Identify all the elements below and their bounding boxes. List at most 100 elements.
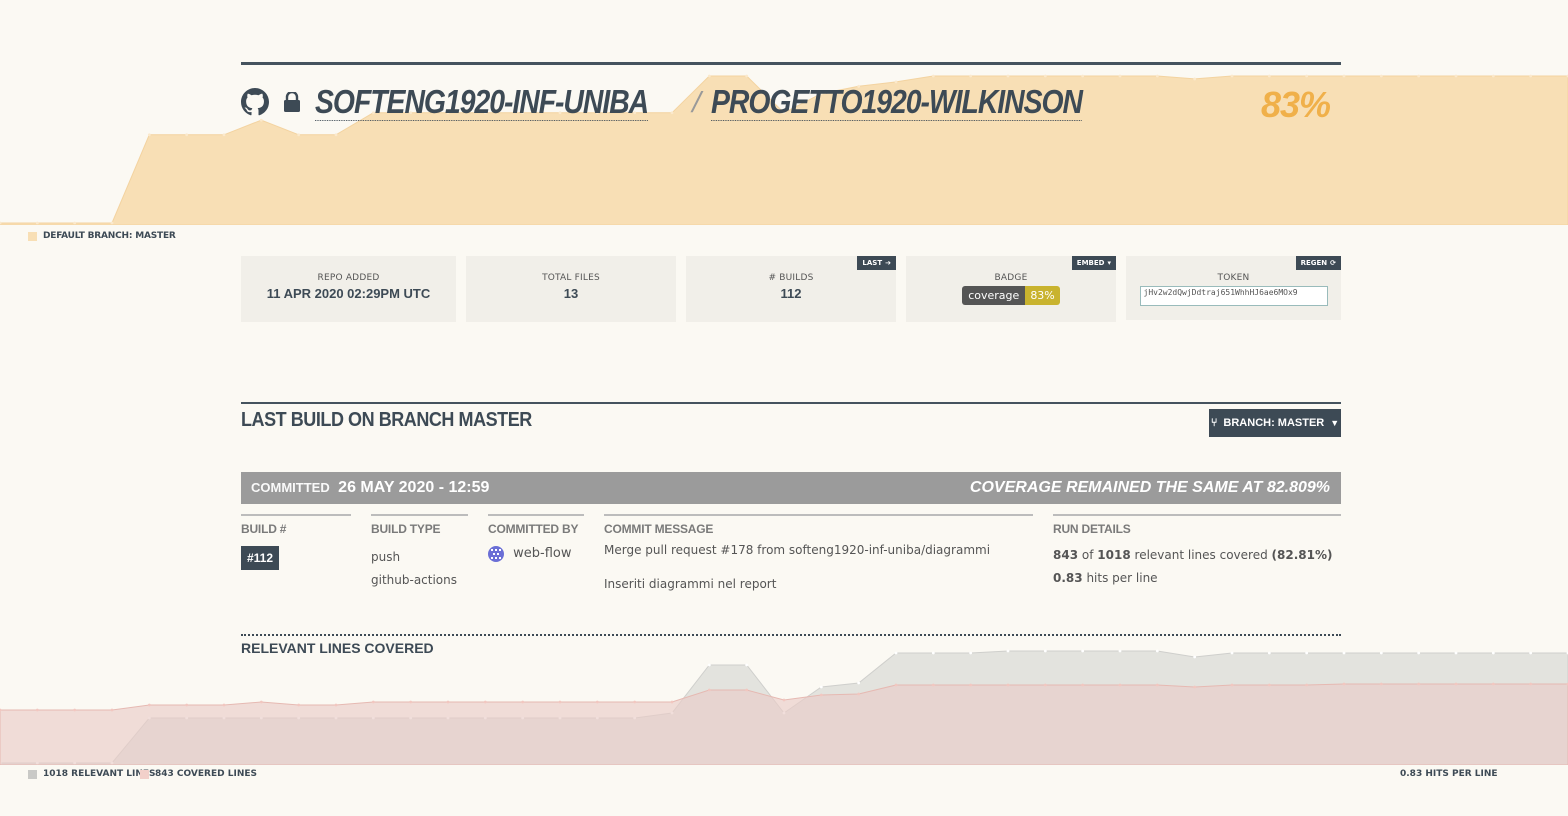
column-header: COMMITTED BY xyxy=(488,514,584,536)
stat-value: 13 xyxy=(563,286,579,301)
token-field[interactable]: jHv2w2dQwjDdtraj651WhhHJ6ae6MOx9 xyxy=(1139,286,1328,306)
embed-button[interactable]: EMBED ▾ xyxy=(1071,256,1116,270)
stat-label: # BUILDS xyxy=(768,273,814,283)
data-point xyxy=(1081,683,1085,687)
legend-swatch xyxy=(140,769,149,779)
data-point xyxy=(35,221,39,225)
data-point xyxy=(1006,74,1010,78)
data-point xyxy=(1305,74,1309,78)
last-build-title: LAST BUILD ON BRANCH MASTER xyxy=(241,409,532,431)
data-point xyxy=(334,133,338,137)
stat-total-files: TOTAL FILES 13 xyxy=(466,256,676,322)
section-rule xyxy=(241,402,1341,404)
data-point xyxy=(1193,77,1197,81)
data-point xyxy=(147,133,151,137)
stat-label: TOKEN xyxy=(1217,273,1250,283)
repo-title: SOFTENG1920-INF-UNIBA / PROGETTO1920-WIL… xyxy=(241,82,1143,122)
committed-label: COMMITTED xyxy=(251,480,330,495)
data-point xyxy=(745,688,749,692)
repo-owner-link[interactable]: SOFTENG1920-INF-UNIBA xyxy=(315,83,649,121)
committed-date: 26 MAY 2020 - 12:59 xyxy=(338,479,490,496)
github-icon[interactable] xyxy=(241,88,269,116)
data-point xyxy=(707,663,711,667)
legend-relevant-lines: 1018 RELEVANT LINES xyxy=(28,769,156,779)
stat-label: REPO ADDED xyxy=(317,273,380,283)
data-point xyxy=(819,693,823,697)
data-point xyxy=(931,683,935,687)
data-point xyxy=(1491,682,1495,686)
data-point xyxy=(1305,683,1309,687)
regen-token-button[interactable]: REGEN ⟳ xyxy=(1295,256,1341,270)
chart-legend-default-branch: DEFAULT BRANCH: MASTER xyxy=(28,231,176,241)
data-point xyxy=(1230,683,1234,687)
last-build-button[interactable]: LAST ➔ xyxy=(857,256,896,270)
relevant-count: 1018 xyxy=(1097,548,1131,562)
data-point xyxy=(297,133,301,137)
data-point xyxy=(782,698,786,702)
data-point xyxy=(1417,682,1421,686)
data-point xyxy=(1491,651,1495,655)
data-point xyxy=(1379,651,1383,655)
legend-covered-lines: 843 COVERED LINES xyxy=(140,769,257,779)
relevant-label: relevant lines covered xyxy=(1134,548,1268,562)
committer-name: web-flow xyxy=(513,546,572,561)
arrow-right-circle-icon: ➔ xyxy=(885,259,891,267)
data-point xyxy=(633,700,637,704)
legend-swatch xyxy=(28,769,37,779)
data-point xyxy=(1529,74,1533,78)
data-point xyxy=(521,700,525,704)
commit-message-line: Inseriti diagrammi nel report xyxy=(604,577,777,591)
data-point xyxy=(670,700,674,704)
data-point xyxy=(894,683,898,687)
area-series xyxy=(0,683,1568,765)
coverage-badge[interactable]: coverage 83% xyxy=(962,286,1060,305)
data-point xyxy=(1006,649,1010,653)
column-header: COMMIT MESSAGE xyxy=(604,514,1033,536)
data-point xyxy=(1529,651,1533,655)
data-point xyxy=(483,700,487,704)
lock-icon xyxy=(281,88,303,116)
tag-label: LAST xyxy=(862,259,883,267)
data-point xyxy=(707,74,711,78)
committed-by-column: COMMITTED BY web-flow xyxy=(488,514,584,565)
data-point xyxy=(969,74,973,78)
data-point xyxy=(819,685,823,689)
data-point xyxy=(1043,683,1047,687)
data-point xyxy=(371,700,375,704)
stat-builds: LAST ➔ # BUILDS 112 xyxy=(686,256,896,322)
relevant-lines-chart xyxy=(0,649,1568,765)
branch-selector-button[interactable]: ⑂ BRANCH: MASTER ▼ xyxy=(1209,409,1341,437)
column-header: BUILD TYPE xyxy=(371,514,468,536)
data-point xyxy=(259,700,263,704)
covered-count: 843 xyxy=(1053,548,1079,562)
data-point xyxy=(35,708,39,712)
legend-label: 843 COVERED LINES xyxy=(155,769,257,779)
data-point xyxy=(73,221,77,225)
data-point xyxy=(1454,651,1458,655)
data-point xyxy=(1193,655,1197,659)
data-point xyxy=(1342,651,1346,655)
avatar xyxy=(488,545,504,562)
commit-message-column: COMMIT MESSAGE Merge pull request #178 f… xyxy=(604,514,1033,593)
data-point xyxy=(73,708,77,712)
build-number-link[interactable]: #112 xyxy=(241,546,280,570)
data-point xyxy=(1267,74,1271,78)
data-point xyxy=(558,700,562,704)
data-point xyxy=(334,703,338,707)
hits-label: hits per line xyxy=(1086,571,1158,585)
build-type: push xyxy=(371,550,401,564)
path-separator: / xyxy=(692,87,702,117)
build-type-column: BUILD TYPE push github-actions xyxy=(371,514,468,592)
refresh-icon: ⟳ xyxy=(1330,259,1336,267)
data-point xyxy=(1342,682,1346,686)
stat-label: TOTAL FILES xyxy=(542,273,600,283)
repo-name-link[interactable]: PROGETTO1920-WILKINSON xyxy=(711,83,1083,121)
run-hits-summary: 0.83 hits per line xyxy=(1053,567,1341,590)
data-point xyxy=(1267,651,1271,655)
legend-label: 1018 RELEVANT LINES xyxy=(43,769,156,779)
data-point xyxy=(857,681,861,685)
legend-swatch xyxy=(28,231,37,241)
data-point xyxy=(595,700,599,704)
data-point xyxy=(297,703,301,707)
header-rule xyxy=(241,62,1341,65)
